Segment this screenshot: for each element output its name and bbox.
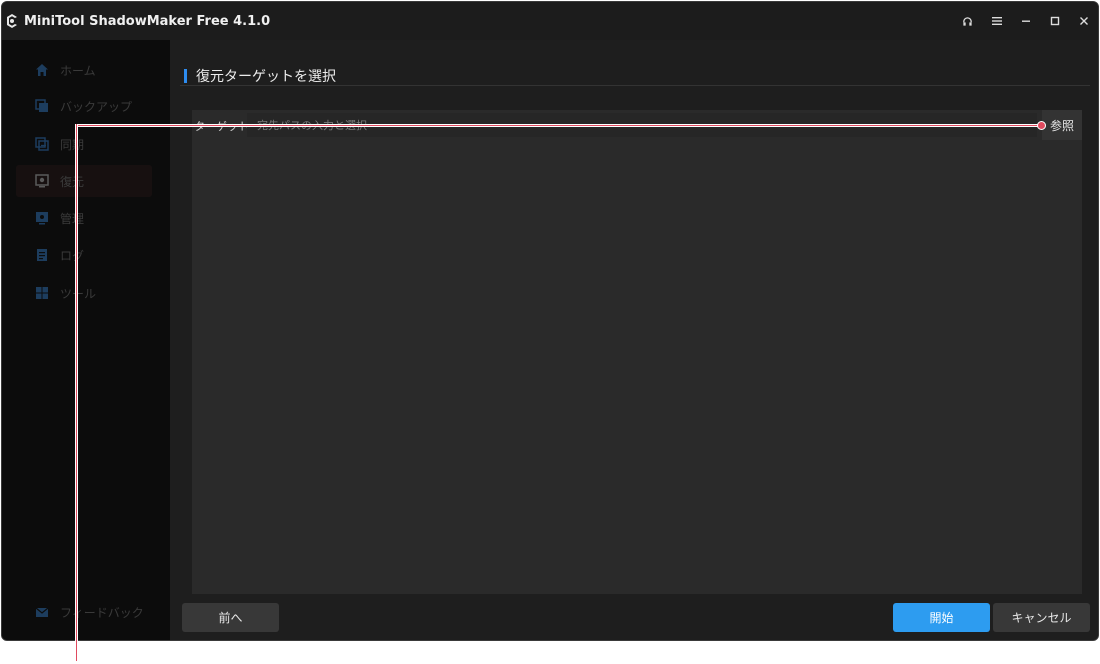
- title-bar: MiniTool ShadowMaker Free 4.1.0: [2, 2, 1098, 40]
- minimize-icon[interactable]: [1011, 2, 1040, 40]
- back-button[interactable]: 前へ: [182, 603, 279, 632]
- header-accent-bar: [184, 69, 187, 83]
- target-panel: ターゲット 参照: [192, 110, 1082, 594]
- app-window: MiniTool ShadowMaker Free 4.1.0 ホーム バックア…: [1, 1, 1099, 641]
- start-button[interactable]: 開始: [893, 603, 990, 632]
- page-header: 復元ターゲットを選択: [184, 66, 336, 86]
- app-logo-icon: [4, 13, 20, 29]
- headset-icon[interactable]: [953, 2, 982, 40]
- browse-button[interactable]: 参照: [1042, 110, 1082, 140]
- header-divider: [180, 85, 1090, 86]
- sidebar-dim-overlay: [2, 40, 166, 640]
- main-content: 復元ターゲットを選択 ターゲット 参照 前へ 開始 キャンセル: [170, 40, 1098, 640]
- close-icon[interactable]: [1069, 2, 1098, 40]
- app-title: MiniTool ShadowMaker Free 4.1.0: [24, 13, 271, 29]
- window-controls: [953, 2, 1098, 40]
- callout-line-horizontal: [75, 124, 1043, 127]
- menu-icon[interactable]: [982, 2, 1011, 40]
- cancel-button[interactable]: キャンセル: [993, 603, 1090, 632]
- maximize-icon[interactable]: [1040, 2, 1069, 40]
- sidebar: ホーム バックアップ 同期 復元 管理 ログ ツール フィードバック: [2, 40, 166, 640]
- callout-line-vertical: [75, 124, 78, 661]
- page-title: 復元ターゲットを選択: [196, 69, 336, 85]
- callout-dot: [1037, 121, 1046, 130]
